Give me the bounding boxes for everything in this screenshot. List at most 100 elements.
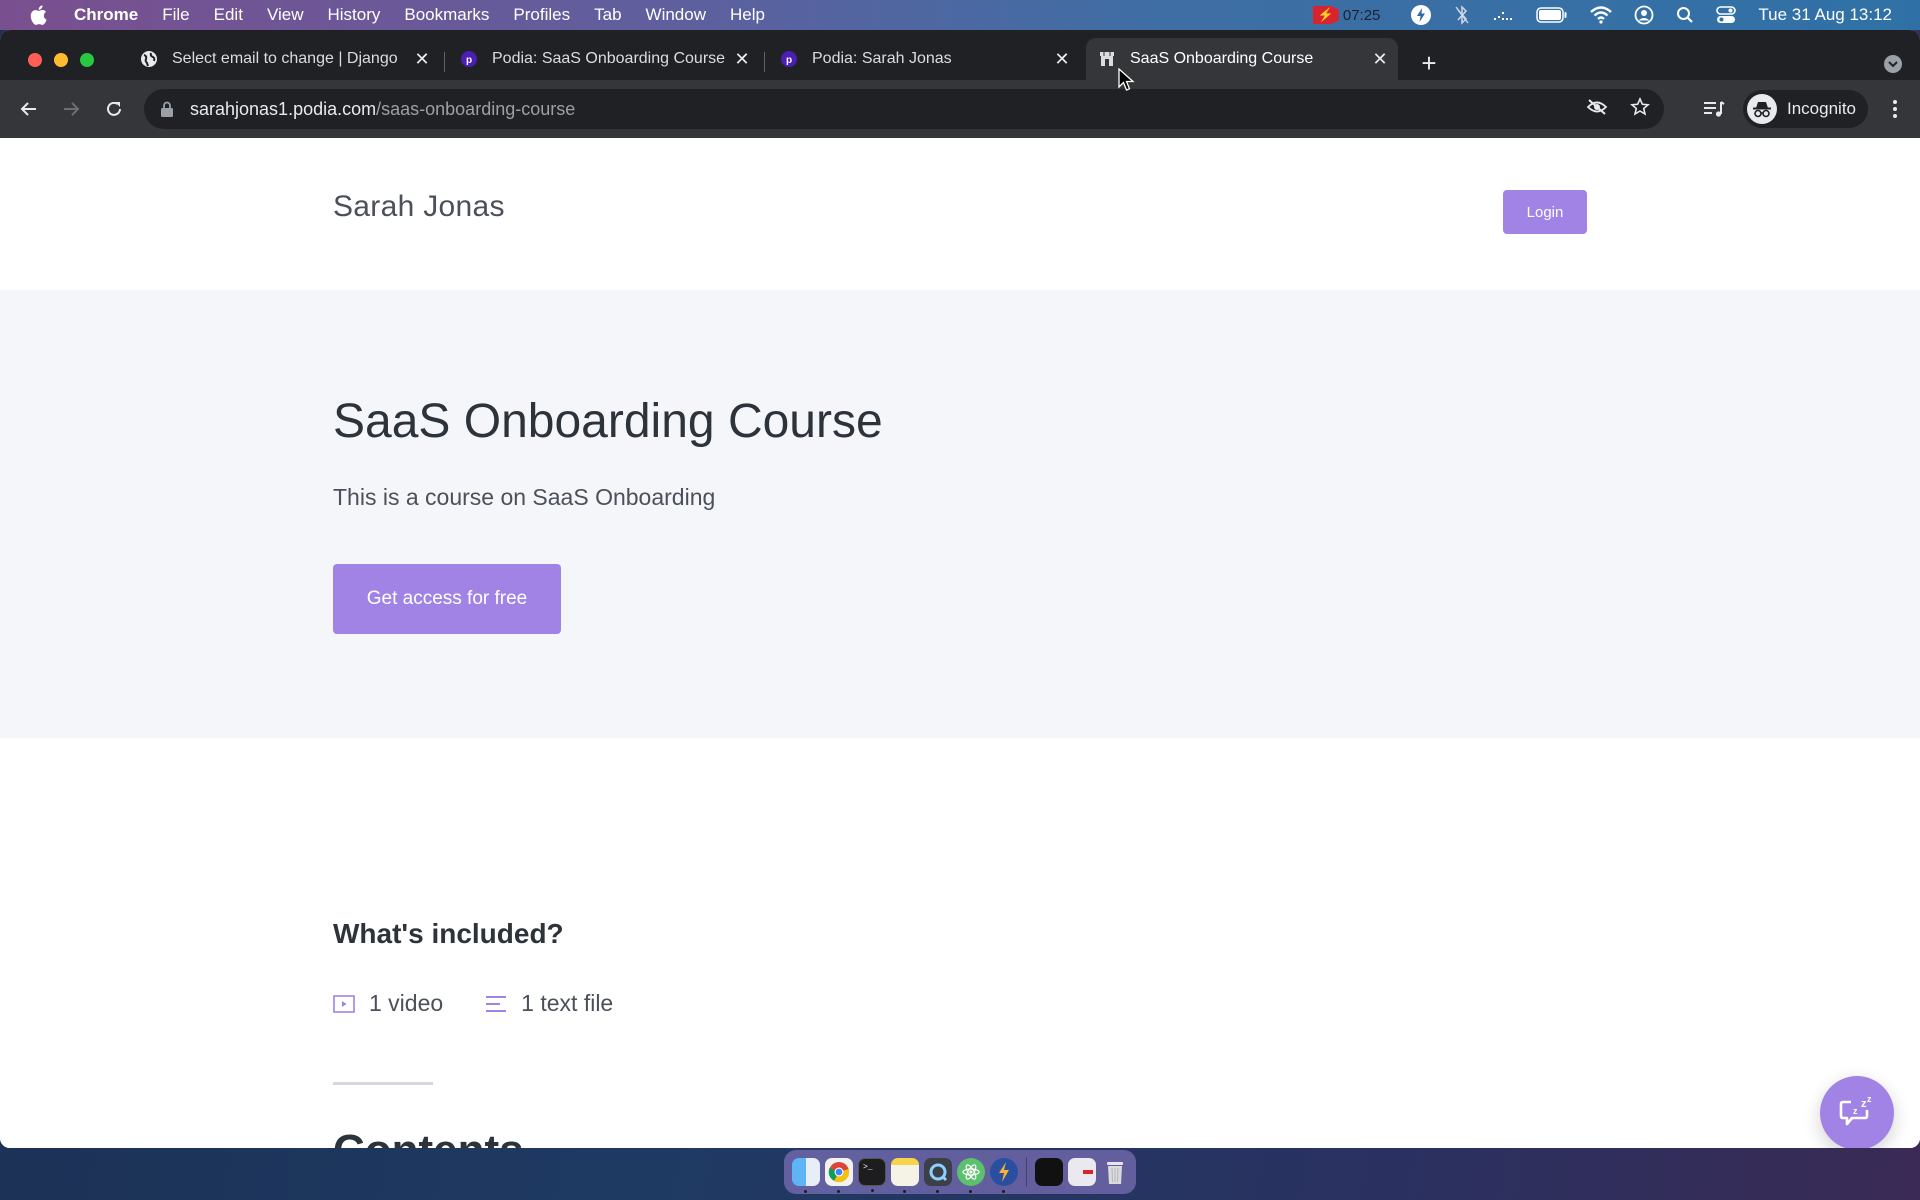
bluetooth-off-icon[interactable] xyxy=(1454,0,1470,30)
contents-heading: Contents xyxy=(333,1126,524,1148)
included-item-video: 1 video xyxy=(333,990,443,1017)
bolt-app-icon[interactable] xyxy=(1410,0,1432,30)
media-control-icon[interactable] xyxy=(1703,100,1725,118)
login-button[interactable]: Login xyxy=(1503,190,1587,234)
included-item-label: 1 video xyxy=(369,990,444,1016)
menu-history[interactable]: History xyxy=(327,5,380,25)
close-tab-icon[interactable]: ✕ xyxy=(412,49,432,69)
close-tab-icon[interactable]: ✕ xyxy=(732,49,752,69)
tracking-blocked-eye-icon[interactable] xyxy=(1586,98,1608,121)
storefront-icon xyxy=(1098,50,1116,68)
tab-title: Podia: SaaS Onboarding Course xyxy=(492,50,726,67)
address-bar[interactable]: sarahjonas1.podia.com/saas-onboarding-co… xyxy=(144,89,1664,129)
menu-profiles[interactable]: Profiles xyxy=(513,5,570,25)
dock-screenshot-icon[interactable] xyxy=(1035,1158,1063,1186)
menu-app-chrome[interactable]: Chrome xyxy=(74,5,138,25)
menu-help[interactable]: Help xyxy=(730,5,765,25)
globe-icon xyxy=(140,50,158,68)
chrome-window: Select email to change | Django ✕ p Podi… xyxy=(0,30,1920,1148)
dock-atom-icon[interactable] xyxy=(957,1158,985,1193)
menu-view[interactable]: View xyxy=(267,5,304,25)
tab-separator xyxy=(764,52,765,72)
dock-trash-icon[interactable] xyxy=(1101,1158,1129,1186)
url-text[interactable]: sarahjonas1.podia.com/saas-onboarding-co… xyxy=(190,99,575,120)
dock-separator xyxy=(1026,1157,1027,1187)
podia-icon: p xyxy=(460,50,478,68)
tab-title: Select email to change | Django xyxy=(172,50,398,67)
course-title: SaaS Onboarding Course xyxy=(333,395,883,448)
apple-menu-icon[interactable] xyxy=(28,5,48,25)
close-tab-icon[interactable]: ✕ xyxy=(1370,49,1390,69)
window-controls xyxy=(28,53,94,67)
minimize-window-button[interactable] xyxy=(54,53,68,67)
video-icon xyxy=(333,994,355,1014)
reload-button[interactable] xyxy=(98,93,130,125)
tab-search-icon[interactable] xyxy=(1884,55,1902,73)
dock-finder-icon[interactable] xyxy=(792,1158,820,1193)
hero-section: SaaS Onboarding Course This is a course … xyxy=(0,290,1920,738)
control-center-icon[interactable] xyxy=(1716,0,1737,30)
wifi-icon[interactable] xyxy=(1590,0,1613,30)
dock-terminal-icon[interactable]: >_ xyxy=(858,1158,886,1192)
menu-window[interactable]: Window xyxy=(646,5,706,25)
recording-time: 07:25 xyxy=(1342,6,1381,24)
screen-recorder-status[interactable]: ⚡ 07:25 xyxy=(1312,6,1381,24)
forward-button[interactable] xyxy=(55,93,87,125)
tab-separator xyxy=(444,52,445,72)
url-host: sarahjonas1.podia.com xyxy=(190,98,377,119)
omnibox-actions xyxy=(1586,89,1650,129)
new-tab-button[interactable]: + xyxy=(1416,48,1442,78)
text-file-icon xyxy=(485,994,507,1014)
chat-bubble-icon: z z z xyxy=(1839,1094,1872,1126)
dock-notes-icon[interactable] xyxy=(891,1158,919,1193)
site-header: Sarah Jonas Login xyxy=(0,138,1920,290)
course-description: This is a course on SaaS Onboarding xyxy=(333,484,716,510)
tab-title: Podia: Sarah Jonas xyxy=(812,50,952,67)
dock-chrome-icon[interactable] xyxy=(825,1158,853,1193)
battery-icon[interactable] xyxy=(1536,0,1568,30)
menu-edit[interactable]: Edit xyxy=(214,5,243,25)
menubar-status-area: ⚡ 07:25 Tue 31 Aug 13:12 xyxy=(1312,0,1920,30)
menubar-clock[interactable]: Tue 31 Aug 13:12 xyxy=(1758,5,1892,25)
close-tab-icon[interactable]: ✕ xyxy=(1052,49,1072,69)
whats-included-heading: What's included? xyxy=(333,918,564,949)
incognito-icon xyxy=(1747,94,1777,124)
site-name[interactable]: Sarah Jonas xyxy=(333,190,505,224)
maximize-window-button[interactable] xyxy=(80,53,94,67)
section-divider xyxy=(333,1082,433,1085)
toolbar-right: Incognito xyxy=(1703,89,1920,129)
menu-bookmarks[interactable]: Bookmarks xyxy=(404,5,489,25)
podia-icon: p xyxy=(780,50,798,68)
bookmark-star-icon[interactable] xyxy=(1630,96,1650,122)
macos-dock: >_ xyxy=(784,1150,1136,1194)
browser-toolbar: sarahjonas1.podia.com/saas-onboarding-co… xyxy=(0,80,1920,138)
back-button[interactable] xyxy=(13,93,45,125)
included-item-label: 1 text file xyxy=(521,990,614,1016)
included-list: 1 video 1 text file xyxy=(333,990,655,1017)
tab-strip: Select email to change | Django ✕ p Podi… xyxy=(0,30,1920,80)
incognito-label: Incognito xyxy=(1787,99,1856,118)
dock-preview-window-icon[interactable] xyxy=(1068,1158,1096,1186)
close-window-button[interactable] xyxy=(28,53,42,67)
recorder-icon: ⚡ xyxy=(1312,6,1339,24)
svg-text:z: z xyxy=(1853,1106,1858,1116)
url-path: /saas-onboarding-course xyxy=(376,98,576,119)
svg-text:z: z xyxy=(1867,1094,1872,1104)
spotlight-search-icon[interactable] xyxy=(1676,0,1694,30)
chat-widget-button[interactable]: z z z xyxy=(1820,1076,1894,1148)
chrome-menu-icon[interactable] xyxy=(1892,99,1898,119)
activity-monitor-icon[interactable] xyxy=(1492,0,1514,30)
web-page: Sarah Jonas Login SaaS Onboarding Course… xyxy=(0,138,1920,1148)
tab-title: SaaS Onboarding Course xyxy=(1130,50,1314,67)
menu-file[interactable]: File xyxy=(162,5,189,25)
tab-podia-sarah[interactable]: p Podia: Sarah Jonas ✕ xyxy=(768,38,1080,80)
get-access-button[interactable]: Get access for free xyxy=(333,564,561,634)
tab-django[interactable]: Select email to change | Django ✕ xyxy=(128,38,440,80)
dock-reeder-icon[interactable] xyxy=(990,1158,1018,1193)
incognito-profile-button[interactable]: Incognito xyxy=(1743,90,1868,128)
dock-quicktime-icon[interactable] xyxy=(924,1158,952,1193)
tab-podia-course[interactable]: p Podia: SaaS Onboarding Course ✕ xyxy=(448,38,760,80)
svg-text:p: p xyxy=(466,55,472,66)
user-account-icon[interactable] xyxy=(1634,0,1654,30)
menu-tab[interactable]: Tab xyxy=(594,5,621,25)
